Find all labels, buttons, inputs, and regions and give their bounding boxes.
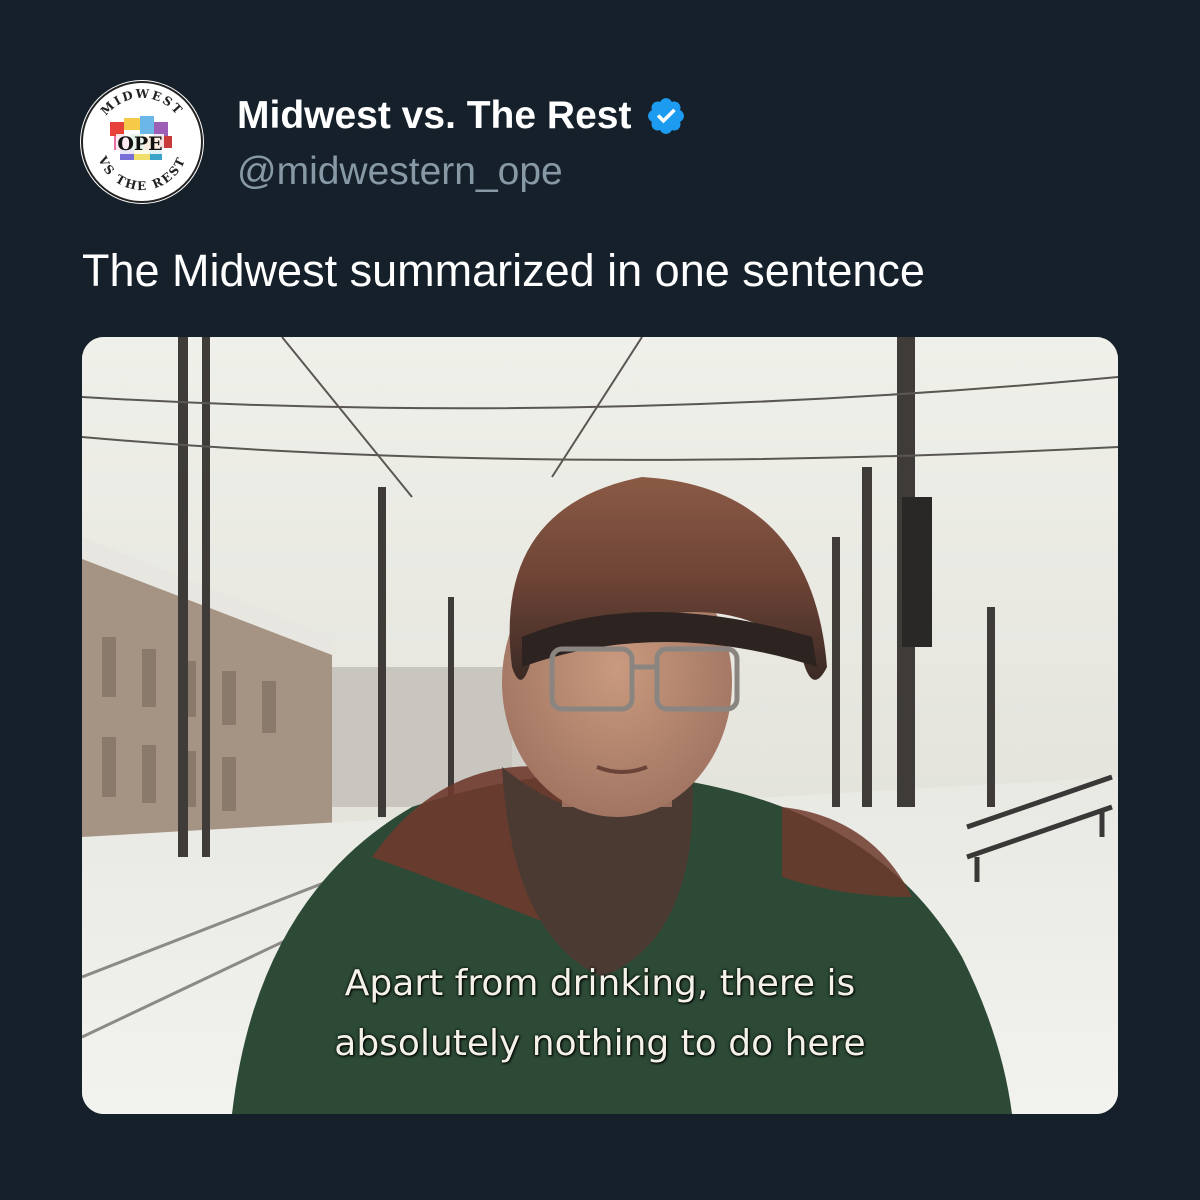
tweet-text: The Midwest summarized in one sentence xyxy=(82,245,925,296)
author-name[interactable]: Midwest vs. The Rest xyxy=(237,94,687,138)
subtitle-line-1: Apart from drinking, there is xyxy=(344,963,856,1004)
avatar[interactable]: MIDWEST VS THE REST OPE xyxy=(80,80,204,204)
verified-badge-icon xyxy=(645,95,687,137)
tweet-media-image[interactable]: Apart from drinking, there is absolutely… xyxy=(82,337,1118,1114)
subtitle-line-2: absolutely nothing to do here xyxy=(334,1023,866,1064)
author-handle[interactable]: @midwestern_ope xyxy=(237,150,563,194)
svg-text:OPE: OPE xyxy=(117,133,162,155)
author-name-text: Midwest vs. The Rest xyxy=(237,94,632,137)
midwest-ope-logo: MIDWEST VS THE REST OPE xyxy=(81,81,203,203)
